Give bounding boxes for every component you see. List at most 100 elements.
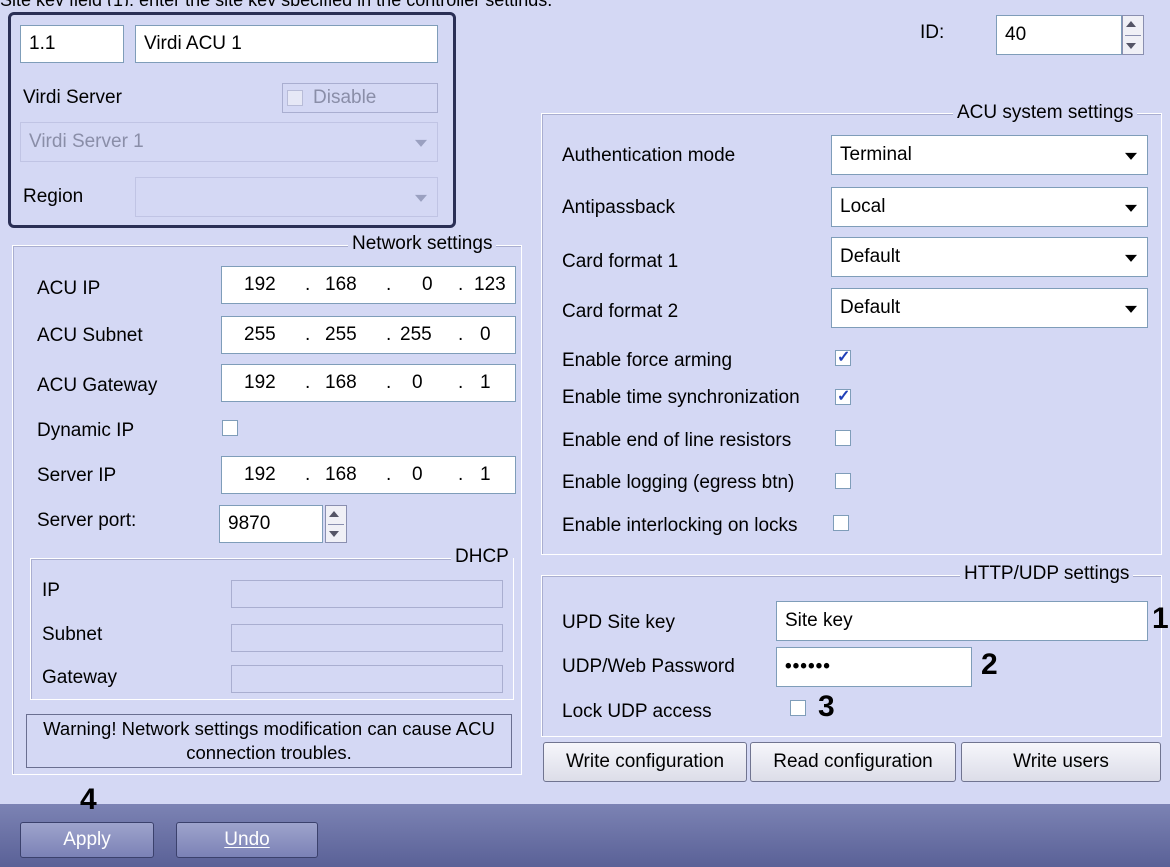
ip-octet: 255 [325, 324, 357, 345]
ip-octet: 168 [325, 464, 357, 485]
server-select-value: Virdi Server 1 [29, 131, 144, 152]
chevron-down-icon [1125, 152, 1137, 160]
dhcp-subnet-field[interactable] [231, 624, 503, 652]
write-users-button[interactable]: Write users [961, 742, 1161, 782]
disable-box[interactable]: Disable [282, 83, 438, 113]
password-field[interactable]: •••••• [776, 647, 972, 687]
id-label: ID: [920, 22, 945, 43]
spin-down-icon[interactable] [329, 531, 339, 537]
logging-label: Enable logging (egress btn) [562, 472, 795, 493]
ip-octet: 1 [480, 464, 491, 485]
chevron-down-icon [415, 194, 427, 202]
ip-octet: 192 [244, 464, 276, 485]
undo-button[interactable]: Undo [176, 822, 318, 858]
lock-udp-checkbox[interactable] [790, 700, 806, 716]
disable-label: Disable [313, 87, 377, 108]
dhcp-subnet-label: Subnet [42, 624, 103, 645]
device-name-field[interactable]: Virdi ACU 1 [135, 25, 438, 63]
spin-up-icon[interactable] [1126, 21, 1136, 27]
interlocking-checkbox[interactable] [833, 515, 849, 531]
card-format2-value: Default [840, 297, 901, 318]
chevron-down-icon [1125, 254, 1137, 262]
site-key-field[interactable]: Site key [776, 601, 1148, 641]
network-settings-title: Network settings [348, 233, 497, 255]
id-spinner[interactable] [1122, 15, 1144, 55]
server-port-field[interactable]: 9870 [219, 505, 323, 543]
ip-octet: 0 [412, 372, 423, 393]
dhcp-gateway-label: Gateway [42, 667, 117, 688]
apply-button[interactable]: Apply [20, 822, 154, 858]
callout-2: 2 [981, 648, 998, 681]
dhcp-title: DHCP [451, 546, 513, 568]
callout-1: 1 [1152, 602, 1169, 635]
dynamic-ip-checkbox[interactable] [222, 420, 238, 436]
time-sync-label: Enable time synchronization [562, 387, 800, 408]
region-select[interactable] [135, 177, 438, 217]
ip-octet: 0 [422, 274, 433, 295]
chevron-down-icon [1125, 305, 1137, 313]
dhcp-gateway-field[interactable] [231, 665, 503, 693]
acu-ip-field[interactable]: 192 . 168 . 0 . 123 [221, 266, 516, 304]
logging-checkbox[interactable] [835, 473, 851, 489]
chevron-down-icon [1125, 204, 1137, 212]
ip-octet: 192 [244, 274, 276, 295]
card-format2-select[interactable]: Default [831, 288, 1148, 328]
ip-octet: 168 [325, 372, 357, 393]
device-number-field[interactable]: 1.1 [20, 25, 124, 63]
dynamic-ip-label: Dynamic IP [37, 420, 135, 441]
antipassback-value: Local [840, 196, 886, 217]
acu-subnet-label: ACU Subnet [37, 325, 143, 346]
auth-mode-value: Terminal [840, 144, 912, 165]
dhcp-ip-field[interactable] [231, 580, 503, 608]
virdi-server-label: Virdi Server [23, 87, 122, 108]
auth-mode-label: Authentication mode [562, 145, 736, 166]
lock-udp-label: Lock UDP access [562, 701, 712, 722]
chevron-down-icon [415, 139, 427, 147]
antipassback-label: Antipassback [562, 197, 676, 218]
server-ip-field[interactable]: 192 . 168 . 0 . 1 [221, 456, 516, 494]
card-format1-value: Default [840, 246, 901, 267]
acu-subnet-field[interactable]: 255 . 255 . 255 . 0 [221, 316, 516, 354]
card-format1-label: Card format 1 [562, 251, 679, 272]
ip-octet: 255 [400, 324, 432, 345]
acu-ip-label: ACU IP [37, 278, 101, 299]
id-field[interactable]: 40 [996, 15, 1122, 55]
http-udp-settings-title: HTTP/UDP settings [960, 563, 1134, 585]
read-configuration-button[interactable]: Read configuration [750, 742, 956, 782]
site-key-label: UPD Site key [562, 612, 675, 633]
disable-checkbox[interactable] [287, 90, 303, 106]
ip-octet: 0 [480, 324, 491, 345]
region-label: Region [23, 186, 84, 207]
time-sync-checkbox[interactable] [835, 386, 851, 406]
acu-system-settings-title: ACU system settings [953, 102, 1138, 124]
ip-octet: 168 [325, 274, 357, 295]
server-port-label: Server port: [37, 510, 137, 531]
network-warning-text: Warning! Network settings modification c… [43, 718, 495, 763]
server-select[interactable]: Virdi Server 1 [20, 122, 438, 162]
antipassback-select[interactable]: Local [831, 187, 1148, 227]
ip-octet: 123 [474, 274, 506, 295]
card-format1-select[interactable]: Default [831, 237, 1148, 277]
force-arming-checkbox[interactable] [835, 347, 851, 367]
ip-octet: 0 [412, 464, 423, 485]
write-configuration-button[interactable]: Write configuration [543, 742, 747, 782]
ip-octet: 1 [480, 372, 491, 393]
callout-3: 3 [818, 690, 835, 723]
server-port-spinner[interactable] [325, 505, 347, 543]
spin-up-icon[interactable] [329, 511, 339, 517]
acu-gateway-field[interactable]: 192 . 168 . 0 . 1 [221, 364, 516, 402]
top-caption: Site key field (1), enter the site key s… [0, 0, 1170, 6]
password-label: UDP/Web Password [562, 656, 735, 677]
card-format2-label: Card format 2 [562, 301, 679, 322]
eol-resistors-label: Enable end of line resistors [562, 430, 792, 451]
interlocking-label: Enable interlocking on locks [562, 515, 798, 536]
spin-down-icon[interactable] [1126, 43, 1136, 49]
ip-octet: 192 [244, 372, 276, 393]
eol-resistors-checkbox[interactable] [835, 430, 851, 446]
ip-octet: 255 [244, 324, 276, 345]
server-ip-label: Server IP [37, 465, 117, 486]
undo-button-label: Undo [224, 829, 270, 850]
force-arming-label: Enable force arming [562, 350, 733, 371]
network-warning: Warning! Network settings modification c… [26, 714, 512, 768]
auth-mode-select[interactable]: Terminal [831, 135, 1148, 175]
